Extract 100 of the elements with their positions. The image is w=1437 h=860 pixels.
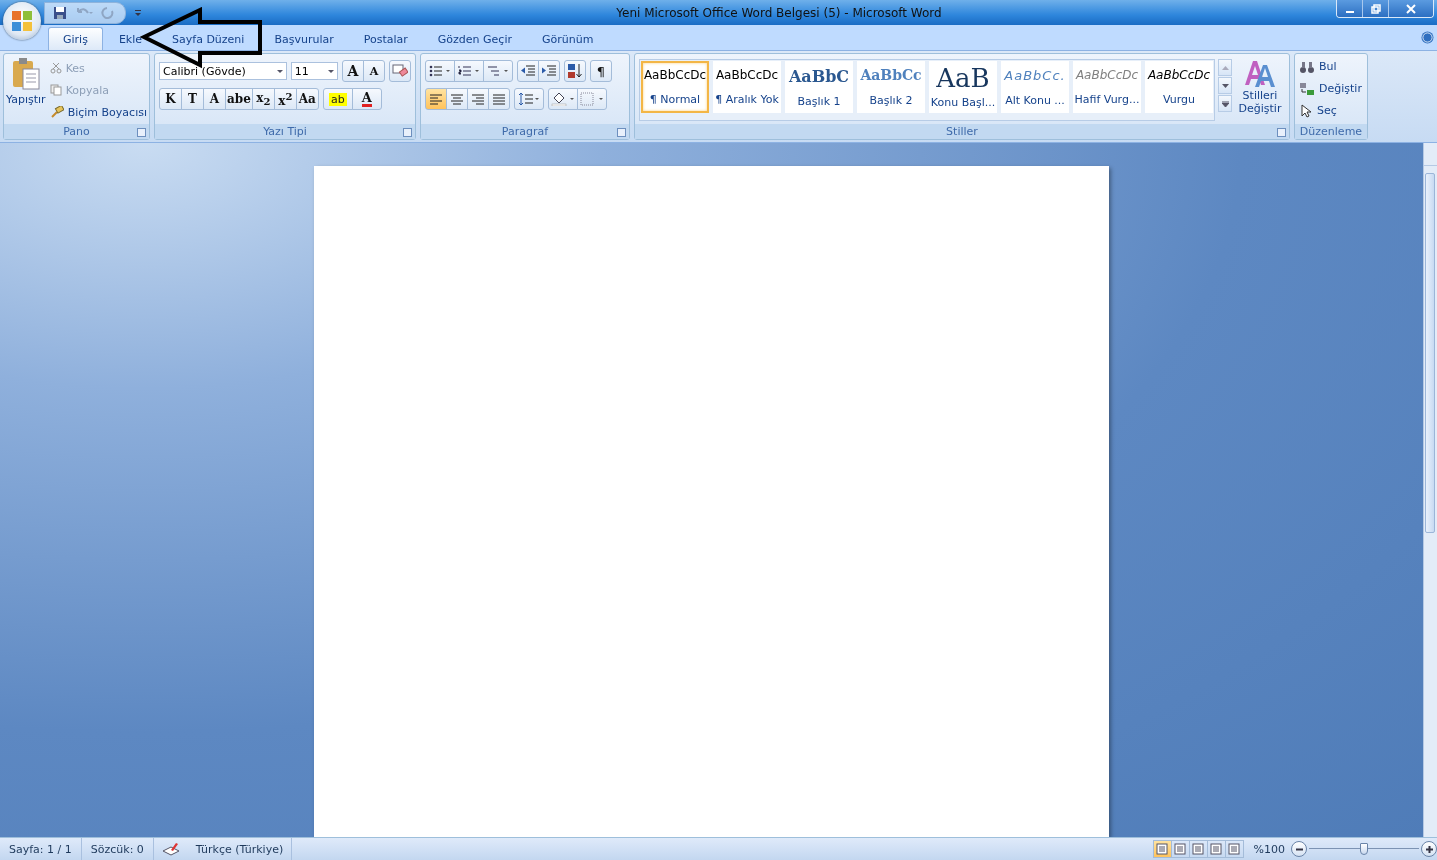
more-styles-button[interactable]	[1218, 95, 1232, 112]
status-item[interactable]: Sözcük: 0	[81, 838, 154, 860]
zoom-level[interactable]: %100	[1253, 842, 1285, 856]
minimize-button[interactable]	[1337, 0, 1363, 17]
zoom-in-button[interactable]	[1421, 841, 1437, 857]
style-swatch[interactable]: AaBbCcDc Hafif Vurg...	[1073, 61, 1141, 113]
style-swatch[interactable]: AaBbCcDc Vurgu	[1145, 61, 1213, 113]
multilevel-list-icon	[487, 65, 509, 77]
view-button[interactable]	[1206, 840, 1226, 858]
replace-icon	[1299, 81, 1315, 96]
ribbon-tab[interactable]: Postalar	[349, 28, 422, 50]
style-swatch[interactable]: AaBbC Başlık 1	[785, 61, 853, 113]
format-button[interactable]: K	[159, 88, 182, 110]
style-swatch[interactable]: AaBbCc. Alt Konu ...	[1001, 61, 1069, 113]
show-formatting-button[interactable]: ¶	[590, 60, 612, 82]
dialog-launcher-icon[interactable]	[403, 128, 412, 137]
editing-command[interactable]: Seç	[1299, 101, 1363, 120]
shading-button[interactable]	[548, 88, 578, 110]
align-icon	[450, 93, 464, 105]
align-button[interactable]	[488, 88, 510, 110]
editing-command[interactable]: Değiştir	[1299, 79, 1363, 98]
minimize-icon	[1345, 10, 1354, 13]
dialog-launcher-icon[interactable]	[617, 128, 626, 137]
page-view-icon	[1228, 843, 1241, 855]
customize-toolbar-icon[interactable]	[134, 8, 142, 17]
font-name-field[interactable]: Calibri (Gövde)	[159, 62, 287, 80]
eraser-icon	[392, 64, 408, 78]
clipboard-command[interactable]: Biçim Boyacısı	[49, 103, 147, 121]
plus-icon	[1424, 844, 1434, 854]
ribbon-tab[interactable]: Görünüm	[528, 28, 608, 50]
scroll-down-button[interactable]	[1218, 77, 1232, 94]
zoom-out-button[interactable]	[1291, 841, 1307, 857]
group-label: Pano	[63, 125, 90, 138]
slider-thumb[interactable]	[1360, 843, 1368, 855]
highlight-button[interactable]: ab	[322, 88, 353, 110]
change-styles-button[interactable]: Stilleri Değiştir	[1235, 59, 1285, 121]
group-label: Paragraf	[501, 125, 549, 138]
grow-font-button[interactable]: A	[342, 60, 364, 82]
view-button[interactable]	[1152, 840, 1172, 858]
office-button[interactable]	[3, 2, 41, 40]
align-button[interactable]	[425, 88, 447, 110]
group-label: Düzenleme	[1299, 125, 1363, 138]
view-button[interactable]	[1224, 840, 1244, 858]
help-icon[interactable]	[1421, 31, 1434, 44]
proofing-icon[interactable]	[161, 842, 180, 856]
dialog-launcher-icon[interactable]	[1277, 128, 1286, 137]
font-size-field[interactable]: 11	[290, 62, 338, 80]
paste-button[interactable]: Yapıştır	[6, 57, 46, 121]
ribbon-tab[interactable]: Gözden Geçir	[423, 28, 526, 50]
office-logo	[9, 8, 35, 34]
up-arrow-icon	[1221, 65, 1229, 70]
multilevel-list-button[interactable]	[483, 60, 513, 82]
format-button[interactable]: T	[181, 88, 204, 110]
sort-button[interactable]	[564, 60, 586, 82]
format-button[interactable]: x$_{2}$	[251, 88, 275, 110]
style-swatch[interactable]: AaBbCc Başlık 2	[857, 61, 925, 113]
expand-icon	[1221, 100, 1229, 107]
align-icon	[471, 93, 485, 105]
style-swatch[interactable]: AaBbCcDc ¶ Normal	[641, 61, 709, 113]
redo-icon[interactable]	[101, 5, 115, 20]
numbering-button[interactable]	[454, 60, 484, 82]
format-button[interactable]: A	[203, 88, 226, 110]
ribbon-tab[interactable]: Ekle	[104, 28, 157, 50]
scissors-icon	[49, 62, 62, 74]
dialog-launcher-icon[interactable]	[137, 128, 146, 137]
clear-formatting-button[interactable]	[389, 60, 411, 82]
bullet-list-icon	[429, 65, 451, 77]
align-button[interactable]	[467, 88, 489, 110]
close-icon	[1406, 3, 1416, 14]
restore-button[interactable]	[1363, 0, 1389, 17]
page-view-icon	[1192, 843, 1205, 855]
bullets-button[interactable]	[425, 60, 455, 82]
style-swatch[interactable]: AaBbCcDc ¶ Aralık Yok	[713, 61, 781, 113]
decrease-indent-button[interactable]	[517, 60, 539, 82]
increase-indent-button[interactable]	[538, 60, 560, 82]
format-button[interactable]: Aa	[295, 88, 319, 110]
border-icon	[580, 92, 604, 106]
ribbon-tab[interactable]: Başvurular	[260, 28, 348, 50]
editing-command[interactable]: Bul	[1299, 57, 1363, 76]
view-button[interactable]	[1188, 840, 1208, 858]
format-button[interactable]: abe	[225, 88, 253, 110]
vertical-scrollbar[interactable]	[1423, 143, 1437, 837]
style-swatch[interactable]: AaB Konu Başl...	[929, 61, 997, 113]
save-icon[interactable]	[53, 5, 67, 20]
align-button[interactable]	[446, 88, 468, 110]
page-view-icon	[1210, 843, 1223, 855]
binoculars-icon	[1299, 59, 1315, 74]
status-item[interactable]: Sayfa: 1 / 1	[0, 838, 82, 860]
close-button[interactable]	[1389, 0, 1433, 17]
ribbon-tab[interactable]: Giriş	[48, 27, 103, 50]
line-spacing-icon	[518, 92, 540, 106]
outdent-icon	[520, 65, 536, 77]
language-status[interactable]: Türkçe (Türkiye)	[187, 838, 293, 860]
down-arrow-icon	[1221, 83, 1229, 88]
indent-icon	[541, 65, 557, 77]
font-color-button[interactable]: A	[351, 88, 382, 110]
format-button[interactable]: x$^{2}$	[273, 88, 297, 110]
view-button[interactable]	[1170, 840, 1190, 858]
shrink-font-button[interactable]: A	[363, 60, 385, 82]
brush-icon	[49, 106, 64, 118]
